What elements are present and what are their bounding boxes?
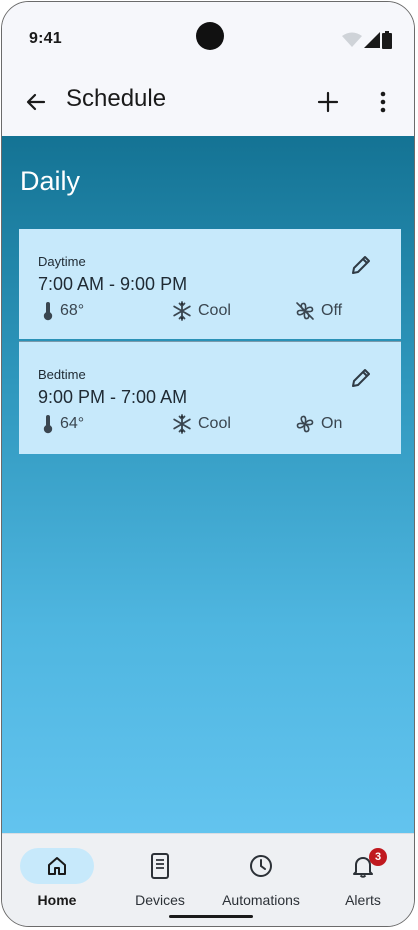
nav-icon-holder bbox=[123, 848, 197, 884]
mode-setting: Cool bbox=[172, 301, 231, 321]
status-time: 9:41 bbox=[29, 30, 62, 47]
camera-cutout bbox=[196, 22, 224, 50]
schedule-settings-row: 64° Cool On bbox=[38, 414, 368, 436]
schedule-time-range: 9:00 PM - 7:00 AM bbox=[38, 387, 188, 407]
nav-active-indicator bbox=[20, 848, 94, 884]
device-icon bbox=[151, 853, 169, 879]
fan-value: Off bbox=[321, 302, 343, 319]
clock-icon bbox=[250, 855, 272, 877]
thermometer-icon bbox=[43, 302, 53, 321]
thermometer-icon bbox=[43, 415, 53, 434]
app-bar: Schedule bbox=[2, 76, 414, 136]
more-button[interactable] bbox=[372, 86, 394, 118]
status-bar: 9:41 bbox=[2, 2, 414, 76]
nav-item-home[interactable]: Home bbox=[7, 846, 107, 916]
schedule-label: Bedtime bbox=[38, 367, 86, 382]
back-button[interactable] bbox=[20, 86, 52, 118]
fan-off-icon bbox=[296, 302, 314, 320]
more-vert-icon bbox=[380, 91, 386, 113]
nav-item-alerts[interactable]: 3 Alerts bbox=[313, 846, 413, 916]
wifi-icon bbox=[342, 32, 362, 47]
nav-label: Devices bbox=[135, 892, 185, 908]
home-icon bbox=[48, 857, 66, 875]
snowflake-icon bbox=[173, 301, 191, 321]
schedule-card-daytime[interactable]: Daytime 7:00 AM - 9:00 PM 68° Cool Off bbox=[19, 229, 401, 339]
nav-label: Alerts bbox=[345, 892, 381, 908]
fan-value: On bbox=[321, 415, 343, 432]
pencil-icon bbox=[352, 256, 370, 274]
alerts-badge: 3 bbox=[369, 848, 387, 866]
nav-label: Automations bbox=[222, 892, 300, 908]
schedule-time-range: 7:00 AM - 9:00 PM bbox=[38, 274, 188, 294]
edit-button[interactable] bbox=[349, 253, 373, 277]
phone-frame: 9:41 Schedule Daily Daytime 7:00 AM - 9:… bbox=[1, 1, 415, 927]
status-icons bbox=[342, 30, 392, 50]
schedule-settings-row: 68° Cool Off bbox=[38, 301, 368, 323]
section-title: Daily bbox=[20, 166, 81, 196]
nav-item-devices[interactable]: Devices bbox=[110, 846, 210, 916]
schedule-label: Daytime bbox=[38, 254, 86, 269]
snowflake-icon bbox=[173, 414, 191, 434]
signal-icon bbox=[364, 32, 380, 48]
fan-setting: Off bbox=[295, 301, 342, 321]
mode-setting: Cool bbox=[172, 414, 231, 434]
temperature-setting: 68° bbox=[42, 301, 84, 321]
nav-item-automations[interactable]: Automations bbox=[211, 846, 311, 916]
temperature-setting: 64° bbox=[42, 414, 84, 434]
battery-icon bbox=[382, 31, 392, 49]
nav-label: Home bbox=[37, 892, 77, 908]
edit-button[interactable] bbox=[349, 366, 373, 390]
schedule-card-bedtime[interactable]: Bedtime 9:00 PM - 7:00 AM 64° Cool On bbox=[19, 341, 401, 454]
temperature-value: 64° bbox=[60, 415, 85, 432]
home-indicator[interactable] bbox=[169, 915, 253, 918]
page-title: Schedule bbox=[66, 85, 167, 112]
pencil-icon bbox=[352, 369, 370, 387]
arrow-back-icon bbox=[26, 93, 46, 111]
mode-value: Cool bbox=[198, 415, 231, 432]
bottom-navigation: Home Devices Automations 3 Alerts bbox=[2, 833, 414, 926]
nav-icon-holder bbox=[224, 848, 298, 884]
nav-icon-holder bbox=[326, 848, 400, 884]
fan-icon bbox=[296, 415, 314, 433]
fan-setting: On bbox=[295, 414, 342, 434]
temperature-value: 68° bbox=[60, 302, 85, 319]
mode-value: Cool bbox=[198, 302, 231, 319]
schedule-content: Daily Daytime 7:00 AM - 9:00 PM 68° Cool… bbox=[2, 136, 414, 838]
plus-icon bbox=[317, 91, 339, 113]
add-button[interactable] bbox=[312, 86, 344, 118]
